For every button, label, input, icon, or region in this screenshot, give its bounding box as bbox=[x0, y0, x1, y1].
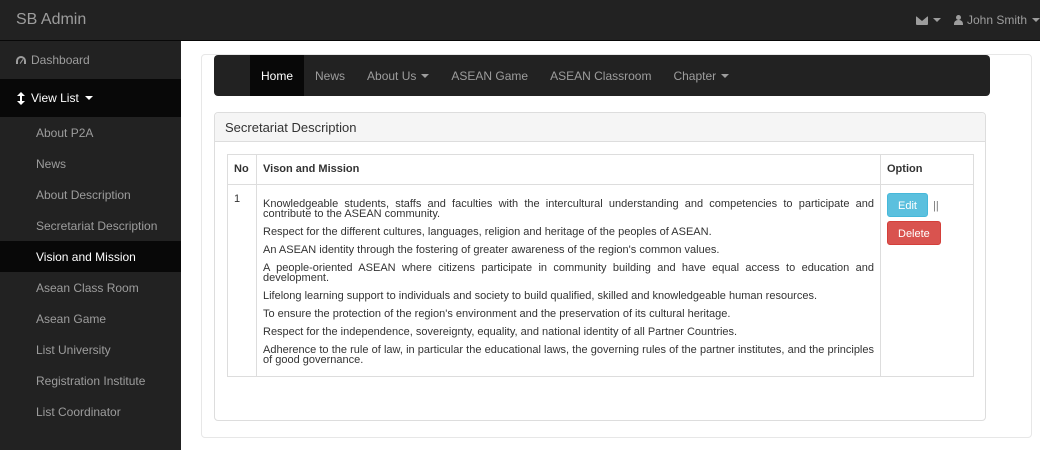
nav-asean-game[interactable]: ASEAN Game bbox=[440, 55, 539, 96]
mission-paragraph: Respect for the independence, sovereignt… bbox=[263, 326, 738, 338]
sidebar: Dashboard View List About P2A News About… bbox=[0, 41, 181, 450]
mission-paragraph: Knowledgeable students, staffs and facul… bbox=[263, 198, 874, 220]
table-header-row: No Vison and Mission Option bbox=[227, 154, 974, 185]
sidebar-item-label: List University bbox=[36, 342, 111, 357]
sidebar-item-list-coordinator[interactable]: List Coordinator bbox=[0, 396, 181, 427]
sidebar-item-label: News bbox=[36, 156, 67, 171]
envelope-icon bbox=[915, 15, 928, 25]
nav-links: Home News About Us ASEAN Game ASEAN Clas… bbox=[250, 55, 740, 96]
mission-paragraph: To ensure the protection of the region's… bbox=[263, 308, 731, 320]
mission-paragraph: Adherence to the rule of law, in particu… bbox=[263, 344, 874, 366]
nav-asean-classroom[interactable]: ASEAN Classroom bbox=[539, 55, 662, 96]
sidebar-item-label: List Coordinator bbox=[36, 404, 121, 419]
sidebar-item-secretariat-description[interactable]: Secretariat Description bbox=[0, 210, 181, 241]
mission-paragraph: Lifelong learning support to individuals… bbox=[263, 290, 818, 302]
chevron-down-icon bbox=[84, 96, 93, 100]
delete-button[interactable]: Delete bbox=[887, 221, 941, 245]
brand-link[interactable]: SB Admin bbox=[16, 11, 86, 29]
top-navbar: SB Admin John Smith bbox=[0, 0, 1040, 41]
row-number: 1 bbox=[227, 184, 257, 377]
user-dropdown[interactable]: John Smith bbox=[953, 13, 1040, 27]
nav-chapter[interactable]: Chapter bbox=[662, 55, 740, 96]
chevron-down-icon bbox=[1032, 18, 1040, 22]
panel-heading: Secretariat Description bbox=[215, 113, 985, 142]
sidebar-item-label: Asean Class Room bbox=[36, 280, 139, 295]
chevron-down-icon bbox=[932, 18, 941, 22]
sidebar-item-about-p2a[interactable]: About P2A bbox=[0, 117, 181, 148]
mission-cell: Knowledgeable students, staffs and facul… bbox=[256, 184, 881, 377]
column-header-mission: Vison and Mission bbox=[256, 154, 881, 185]
chevron-down-icon bbox=[721, 73, 730, 78]
separator: || bbox=[932, 200, 939, 212]
secretariat-panel: Secretariat Description No Vison and Mis… bbox=[214, 112, 986, 421]
sidebar-item-label: Vision and Mission bbox=[36, 249, 136, 264]
mission-paragraph: Respect for the different cultures, lang… bbox=[263, 226, 712, 238]
sidebar-item-label: View List bbox=[31, 91, 79, 105]
messages-dropdown[interactable] bbox=[915, 15, 941, 25]
sidebar-item-list-university[interactable]: List University bbox=[0, 334, 181, 365]
user-icon bbox=[953, 15, 963, 25]
nav-label: ASEAN Classroom bbox=[550, 68, 652, 83]
column-header-no: No bbox=[227, 154, 257, 185]
table-row: 1 Knowledgeable students, staffs and fac… bbox=[227, 184, 974, 377]
sidebar-item-label: About P2A bbox=[36, 125, 94, 140]
sidebar-item-dashboard[interactable]: Dashboard bbox=[0, 41, 181, 79]
dashboard-icon bbox=[15, 56, 26, 64]
nav-label: News bbox=[315, 68, 346, 83]
sidebar-item-label: Secretariat Description bbox=[36, 218, 158, 233]
user-name: John Smith bbox=[966, 13, 1027, 27]
sort-icon bbox=[16, 91, 25, 105]
sidebar-item-asean-class-room[interactable]: Asean Class Room bbox=[0, 272, 181, 303]
edit-button[interactable]: Edit bbox=[887, 193, 928, 217]
nav-label: Home bbox=[261, 68, 294, 83]
mission-paragraph: A people-oriented ASEAN where citizens p… bbox=[263, 262, 874, 284]
vision-mission-table: No Vison and Mission Option 1 Knowledgea… bbox=[227, 154, 974, 377]
sidebar-item-registration-institute[interactable]: Registration Institute bbox=[0, 365, 181, 396]
chevron-down-icon bbox=[421, 73, 430, 78]
sidebar-item-label: About Description bbox=[36, 187, 131, 202]
sidebar-item-label: Dashboard bbox=[31, 53, 90, 67]
nav-news[interactable]: News bbox=[304, 55, 356, 96]
sidebar-item-about-description[interactable]: About Description bbox=[0, 179, 181, 210]
nav-label: About Us bbox=[367, 68, 417, 83]
nav-label: Chapter bbox=[673, 68, 717, 83]
column-header-option: Option bbox=[880, 154, 974, 185]
mission-paragraph: An ASEAN identity through the fostering … bbox=[263, 244, 720, 256]
sidebar-item-view-list[interactable]: View List bbox=[0, 79, 181, 117]
sidebar-item-asean-game[interactable]: Asean Game bbox=[0, 303, 181, 334]
sidebar-item-label: Registration Institute bbox=[36, 373, 146, 388]
sidebar-item-news[interactable]: News bbox=[0, 148, 181, 179]
nav-label: ASEAN Game bbox=[451, 68, 529, 83]
nav-home[interactable]: Home bbox=[250, 55, 305, 96]
top-right-menu: John Smith bbox=[904, 13, 1040, 27]
page-wrapper: Home News About Us ASEAN Game ASEAN Clas… bbox=[201, 54, 1032, 438]
sidebar-item-label: Asean Game bbox=[36, 311, 107, 326]
content-navbar: Home News About Us ASEAN Game ASEAN Clas… bbox=[214, 55, 990, 96]
sidebar-item-vision-and-mission[interactable]: Vision and Mission bbox=[0, 241, 181, 272]
nav-about-us[interactable]: About Us bbox=[356, 55, 440, 96]
option-cell: Edit || Delete bbox=[880, 184, 974, 377]
